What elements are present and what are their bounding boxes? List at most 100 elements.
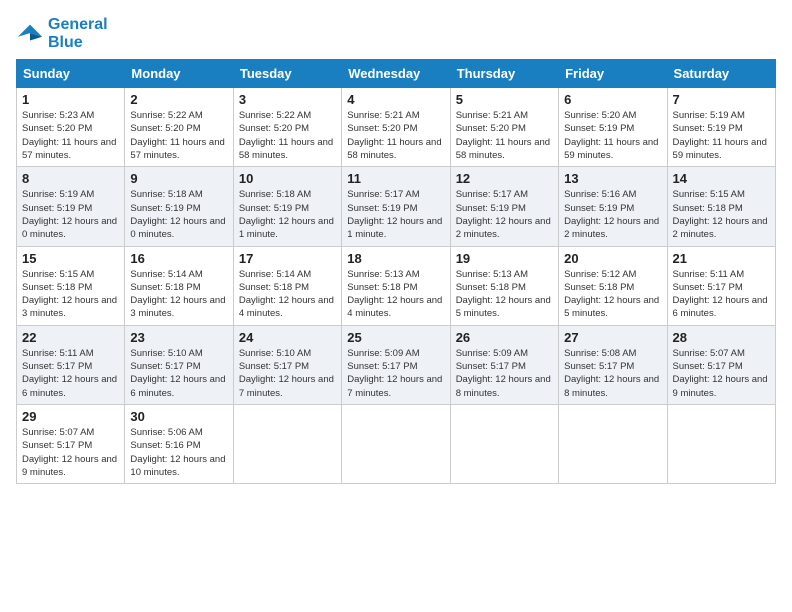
calendar-cell: 26 Sunrise: 5:09 AM Sunset: 5:17 PM Dayl… [450,325,558,404]
day-info: Sunrise: 5:13 AM Sunset: 5:18 PM Dayligh… [456,268,553,321]
day-info: Sunrise: 5:21 AM Sunset: 5:20 PM Dayligh… [456,109,553,162]
calendar-cell: 24 Sunrise: 5:10 AM Sunset: 5:17 PM Dayl… [233,325,341,404]
day-number: 23 [130,330,227,345]
calendar-cell [559,404,667,483]
calendar-cell [342,404,450,483]
calendar-cell: 13 Sunrise: 5:16 AM Sunset: 5:19 PM Dayl… [559,167,667,246]
calendar-cell: 12 Sunrise: 5:17 AM Sunset: 5:19 PM Dayl… [450,167,558,246]
day-number: 15 [22,251,119,266]
day-info: Sunrise: 5:22 AM Sunset: 5:20 PM Dayligh… [239,109,336,162]
day-info: Sunrise: 5:07 AM Sunset: 5:17 PM Dayligh… [673,347,770,400]
calendar-cell [233,404,341,483]
day-info: Sunrise: 5:20 AM Sunset: 5:19 PM Dayligh… [564,109,661,162]
day-info: Sunrise: 5:14 AM Sunset: 5:18 PM Dayligh… [130,268,227,321]
calendar-cell: 19 Sunrise: 5:13 AM Sunset: 5:18 PM Dayl… [450,246,558,325]
day-number: 27 [564,330,661,345]
day-number: 3 [239,92,336,107]
day-info: Sunrise: 5:09 AM Sunset: 5:17 PM Dayligh… [456,347,553,400]
calendar-cell: 25 Sunrise: 5:09 AM Sunset: 5:17 PM Dayl… [342,325,450,404]
calendar-week-2: 8 Sunrise: 5:19 AM Sunset: 5:19 PM Dayli… [17,167,776,246]
calendar-cell: 22 Sunrise: 5:11 AM Sunset: 5:17 PM Dayl… [17,325,125,404]
day-info: Sunrise: 5:17 AM Sunset: 5:19 PM Dayligh… [456,188,553,241]
day-number: 5 [456,92,553,107]
day-info: Sunrise: 5:17 AM Sunset: 5:19 PM Dayligh… [347,188,444,241]
calendar-cell: 5 Sunrise: 5:21 AM Sunset: 5:20 PM Dayli… [450,88,558,167]
calendar-cell: 18 Sunrise: 5:13 AM Sunset: 5:18 PM Dayl… [342,246,450,325]
calendar-week-4: 22 Sunrise: 5:11 AM Sunset: 5:17 PM Dayl… [17,325,776,404]
header-wednesday: Wednesday [342,60,450,88]
day-info: Sunrise: 5:15 AM Sunset: 5:18 PM Dayligh… [22,268,119,321]
day-info: Sunrise: 5:12 AM Sunset: 5:18 PM Dayligh… [564,268,661,321]
calendar-cell: 20 Sunrise: 5:12 AM Sunset: 5:18 PM Dayl… [559,246,667,325]
header-monday: Monday [125,60,233,88]
logo-icon [16,20,44,48]
calendar-cell: 8 Sunrise: 5:19 AM Sunset: 5:19 PM Dayli… [17,167,125,246]
calendar-cell: 1 Sunrise: 5:23 AM Sunset: 5:20 PM Dayli… [17,88,125,167]
day-number: 11 [347,171,444,186]
day-number: 18 [347,251,444,266]
calendar-cell: 6 Sunrise: 5:20 AM Sunset: 5:19 PM Dayli… [559,88,667,167]
day-number: 21 [673,251,770,266]
day-number: 29 [22,409,119,424]
calendar-cell: 30 Sunrise: 5:06 AM Sunset: 5:16 PM Dayl… [125,404,233,483]
day-info: Sunrise: 5:19 AM Sunset: 5:19 PM Dayligh… [673,109,770,162]
day-number: 10 [239,171,336,186]
day-number: 7 [673,92,770,107]
calendar-cell: 29 Sunrise: 5:07 AM Sunset: 5:17 PM Dayl… [17,404,125,483]
calendar-cell: 2 Sunrise: 5:22 AM Sunset: 5:20 PM Dayli… [125,88,233,167]
calendar-cell: 15 Sunrise: 5:15 AM Sunset: 5:18 PM Dayl… [17,246,125,325]
calendar-cell: 17 Sunrise: 5:14 AM Sunset: 5:18 PM Dayl… [233,246,341,325]
day-info: Sunrise: 5:16 AM Sunset: 5:19 PM Dayligh… [564,188,661,241]
day-info: Sunrise: 5:21 AM Sunset: 5:20 PM Dayligh… [347,109,444,162]
day-info: Sunrise: 5:18 AM Sunset: 5:19 PM Dayligh… [130,188,227,241]
calendar-cell: 3 Sunrise: 5:22 AM Sunset: 5:20 PM Dayli… [233,88,341,167]
day-number: 20 [564,251,661,266]
day-info: Sunrise: 5:18 AM Sunset: 5:19 PM Dayligh… [239,188,336,241]
day-number: 14 [673,171,770,186]
day-number: 17 [239,251,336,266]
calendar-cell: 27 Sunrise: 5:08 AM Sunset: 5:17 PM Dayl… [559,325,667,404]
calendar-week-1: 1 Sunrise: 5:23 AM Sunset: 5:20 PM Dayli… [17,88,776,167]
day-info: Sunrise: 5:08 AM Sunset: 5:17 PM Dayligh… [564,347,661,400]
calendar-cell: 14 Sunrise: 5:15 AM Sunset: 5:18 PM Dayl… [667,167,775,246]
calendar-cell: 21 Sunrise: 5:11 AM Sunset: 5:17 PM Dayl… [667,246,775,325]
day-number: 12 [456,171,553,186]
day-info: Sunrise: 5:11 AM Sunset: 5:17 PM Dayligh… [673,268,770,321]
day-info: Sunrise: 5:19 AM Sunset: 5:19 PM Dayligh… [22,188,119,241]
day-info: Sunrise: 5:07 AM Sunset: 5:17 PM Dayligh… [22,426,119,479]
calendar-table: SundayMondayTuesdayWednesdayThursdayFrid… [16,59,776,484]
header-thursday: Thursday [450,60,558,88]
day-info: Sunrise: 5:10 AM Sunset: 5:17 PM Dayligh… [239,347,336,400]
calendar-cell: 28 Sunrise: 5:07 AM Sunset: 5:17 PM Dayl… [667,325,775,404]
calendar-header-row: SundayMondayTuesdayWednesdayThursdayFrid… [17,60,776,88]
calendar-cell: 11 Sunrise: 5:17 AM Sunset: 5:19 PM Dayl… [342,167,450,246]
day-number: 16 [130,251,227,266]
day-info: Sunrise: 5:23 AM Sunset: 5:20 PM Dayligh… [22,109,119,162]
day-number: 8 [22,171,119,186]
header-tuesday: Tuesday [233,60,341,88]
calendar-cell [667,404,775,483]
day-info: Sunrise: 5:11 AM Sunset: 5:17 PM Dayligh… [22,347,119,400]
day-number: 13 [564,171,661,186]
day-number: 25 [347,330,444,345]
calendar-cell: 7 Sunrise: 5:19 AM Sunset: 5:19 PM Dayli… [667,88,775,167]
calendar-cell: 16 Sunrise: 5:14 AM Sunset: 5:18 PM Dayl… [125,246,233,325]
day-number: 24 [239,330,336,345]
day-info: Sunrise: 5:06 AM Sunset: 5:16 PM Dayligh… [130,426,227,479]
day-info: Sunrise: 5:13 AM Sunset: 5:18 PM Dayligh… [347,268,444,321]
calendar-cell: 4 Sunrise: 5:21 AM Sunset: 5:20 PM Dayli… [342,88,450,167]
day-number: 22 [22,330,119,345]
calendar-cell: 10 Sunrise: 5:18 AM Sunset: 5:19 PM Dayl… [233,167,341,246]
page-header: General Blue [16,16,776,51]
day-number: 19 [456,251,553,266]
day-number: 4 [347,92,444,107]
day-number: 6 [564,92,661,107]
calendar-cell: 23 Sunrise: 5:10 AM Sunset: 5:17 PM Dayl… [125,325,233,404]
day-number: 28 [673,330,770,345]
day-number: 30 [130,409,227,424]
day-info: Sunrise: 5:15 AM Sunset: 5:18 PM Dayligh… [673,188,770,241]
calendar-cell [450,404,558,483]
day-info: Sunrise: 5:10 AM Sunset: 5:17 PM Dayligh… [130,347,227,400]
header-friday: Friday [559,60,667,88]
day-number: 1 [22,92,119,107]
